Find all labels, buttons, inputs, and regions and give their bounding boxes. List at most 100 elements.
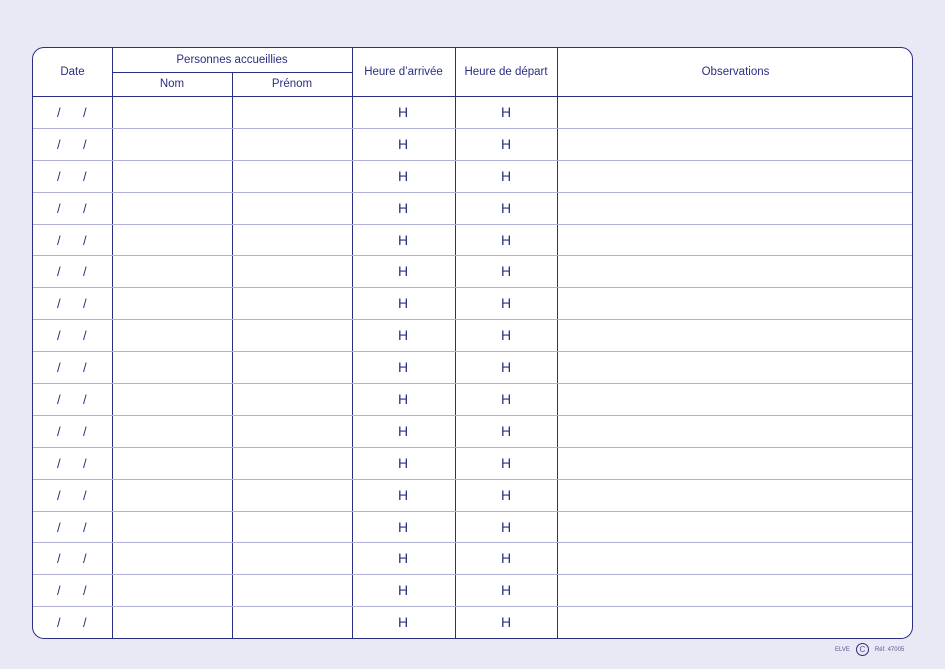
- departure-hour-mark: H: [500, 327, 512, 344]
- table-row: / / H H: [33, 512, 912, 544]
- date-slash: /: [57, 264, 61, 280]
- table-row: / / H H: [33, 97, 912, 129]
- date-slash: /: [83, 232, 87, 248]
- header-heure-depart: Heure de départ: [464, 66, 548, 78]
- date-slash: /: [57, 200, 61, 216]
- departure-hour-mark: H: [500, 104, 512, 120]
- departure-hour-mark: H: [500, 135, 512, 152]
- arrival-hour-mark: H: [397, 104, 409, 120]
- arrival-hour-mark: H: [397, 295, 409, 312]
- date-slash: /: [83, 264, 87, 280]
- date-slash: /: [57, 423, 61, 439]
- departure-hour-mark: H: [500, 359, 512, 376]
- header-prenom: Prénom: [271, 78, 313, 90]
- date-slash: /: [57, 232, 61, 248]
- date-slash: /: [83, 423, 87, 439]
- reference-label: Réf. 47005: [874, 646, 905, 653]
- arrival-hour-mark: H: [397, 422, 409, 439]
- header-personnes-accueillies: Personnes accueillies: [176, 54, 288, 66]
- date-slash: /: [57, 360, 61, 376]
- date-slash: /: [57, 105, 61, 120]
- table-row: / / H H: [33, 320, 912, 353]
- arrival-hour-mark: H: [397, 518, 409, 535]
- arrival-hour-mark: H: [397, 167, 409, 184]
- table-row: / / H H: [33, 225, 912, 257]
- arrival-hour-mark: H: [397, 454, 409, 471]
- header-date: Date: [60, 66, 85, 78]
- departure-hour-mark: H: [500, 422, 512, 439]
- departure-hour-mark: H: [500, 518, 512, 535]
- table-row: / / H H: [33, 352, 912, 385]
- column-divider: [232, 72, 233, 97]
- brand-label: ELVE: [835, 646, 850, 653]
- header-observations: Observations: [701, 66, 770, 78]
- table-row: / / H H: [33, 480, 912, 512]
- arrival-hour-mark: H: [397, 263, 409, 280]
- date-slash: /: [83, 487, 87, 503]
- arrival-hour-mark: H: [397, 231, 409, 248]
- visitor-register-sheet: Date Personnes accueillies Nom Prénom He…: [32, 47, 913, 639]
- table-row: / / H H: [33, 161, 912, 193]
- date-slash: /: [57, 615, 61, 631]
- arrival-hour-mark: H: [397, 135, 409, 152]
- date-slash: /: [83, 360, 87, 376]
- date-slash: /: [83, 168, 87, 184]
- date-slash: /: [83, 519, 87, 535]
- table-row: / / H H: [33, 193, 912, 225]
- date-slash: /: [83, 136, 87, 152]
- table-row: / / H H: [33, 129, 912, 161]
- table-body: / / H H / / H H / / H H / / H H / / H H / / H H / / H H / / H H / / H H / / H H…: [33, 97, 912, 638]
- table-row: / / H H: [33, 543, 912, 576]
- date-slash: /: [57, 519, 61, 535]
- date-slash: /: [83, 551, 87, 567]
- arrival-hour-mark: H: [397, 391, 409, 408]
- table-row: / / H H: [33, 607, 912, 638]
- arrival-hour-mark: H: [397, 550, 409, 567]
- date-slash: /: [57, 168, 61, 184]
- date-slash: /: [83, 105, 87, 120]
- arrival-hour-mark: H: [397, 327, 409, 344]
- date-slash: /: [57, 136, 61, 152]
- departure-hour-mark: H: [500, 454, 512, 471]
- departure-hour-mark: H: [500, 614, 512, 631]
- departure-hour-mark: H: [500, 199, 512, 216]
- departure-hour-mark: H: [500, 295, 512, 312]
- date-slash: /: [57, 392, 61, 408]
- date-slash: /: [83, 296, 87, 312]
- table-row: / / H H: [33, 448, 912, 480]
- departure-hour-mark: H: [500, 231, 512, 248]
- brand-logo-icon: C: [855, 643, 869, 656]
- departure-hour-mark: H: [500, 550, 512, 567]
- table-row: / / H H: [33, 384, 912, 416]
- table-row: / / H H: [33, 416, 912, 448]
- date-slash: /: [83, 392, 87, 408]
- date-slash: /: [83, 328, 87, 344]
- table-row: / / H H: [33, 575, 912, 608]
- date-slash: /: [57, 583, 61, 599]
- date-slash: /: [83, 455, 87, 471]
- date-slash: /: [57, 328, 61, 344]
- departure-hour-mark: H: [500, 167, 512, 184]
- arrival-hour-mark: H: [397, 486, 409, 503]
- header-heure-arrivee: Heure d’arrivée: [364, 66, 443, 78]
- date-slash: /: [57, 296, 61, 312]
- arrival-hour-mark: H: [397, 582, 409, 599]
- departure-hour-mark: H: [500, 582, 512, 599]
- departure-hour-mark: H: [500, 391, 512, 408]
- arrival-hour-mark: H: [397, 614, 409, 631]
- departure-hour-mark: H: [500, 263, 512, 280]
- table-row: / / H H: [33, 256, 912, 289]
- date-slash: /: [83, 615, 87, 631]
- table-header: Date Personnes accueillies Nom Prénom He…: [33, 48, 912, 97]
- departure-hour-mark: H: [500, 486, 512, 503]
- date-slash: /: [57, 551, 61, 567]
- date-slash: /: [83, 583, 87, 599]
- table-row: / / H H: [33, 288, 912, 321]
- header-nom: Nom: [159, 78, 185, 90]
- date-slash: /: [57, 487, 61, 503]
- arrival-hour-mark: H: [397, 199, 409, 216]
- date-slash: /: [57, 455, 61, 471]
- footer: ELVE C Réf. 47005: [835, 643, 904, 656]
- date-slash: /: [83, 200, 87, 216]
- arrival-hour-mark: H: [397, 359, 409, 376]
